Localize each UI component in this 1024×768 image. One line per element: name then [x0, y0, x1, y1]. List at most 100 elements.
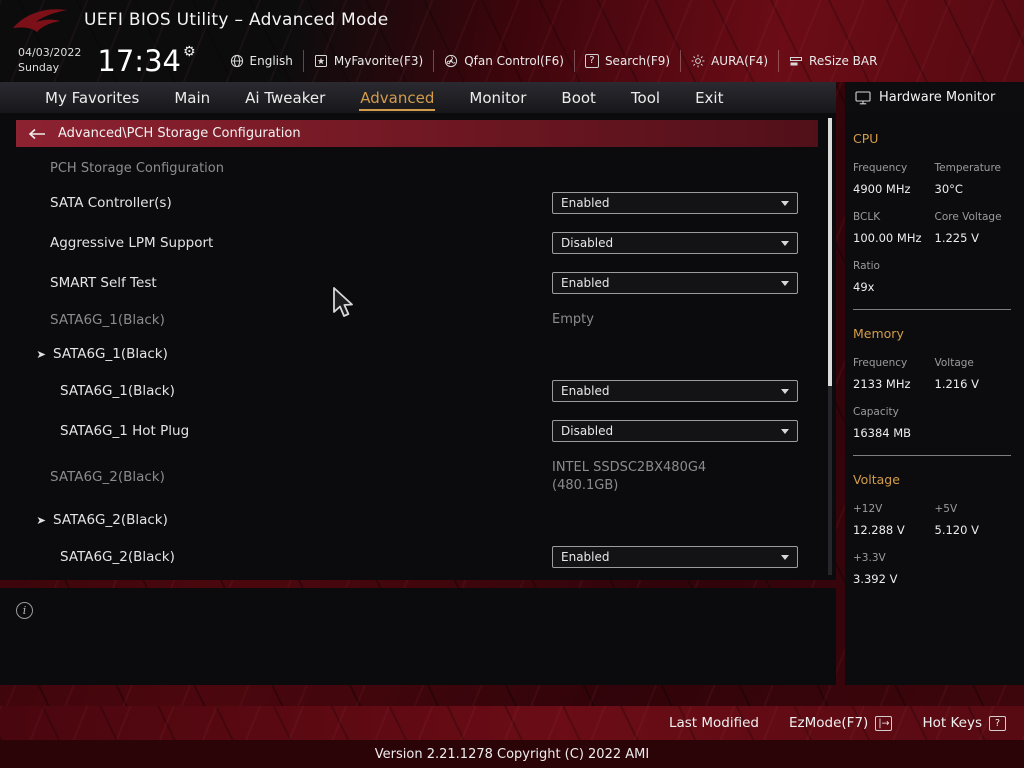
tab-monitor[interactable]: Monitor: [468, 85, 527, 111]
sata6g1-enable-dropdown[interactable]: Enabled: [552, 380, 798, 402]
sata6g1-status-value: Empty: [552, 311, 594, 327]
rog-logo: [13, 9, 67, 32]
resize-bar-label: ReSize BAR: [809, 54, 878, 68]
tab-exit[interactable]: Exit: [694, 85, 724, 111]
hot-keys-button[interactable]: Hot Keys ?: [922, 715, 1006, 731]
cpu-core-voltage: Core Voltage 1.225 V: [934, 211, 1002, 245]
myfavorite-label: MyFavorite(F3): [333, 54, 424, 68]
bottom-bar: Last Modified EzMode(F7) |→ Hot Keys ?: [0, 706, 1024, 740]
help-info-panel: i: [0, 588, 836, 685]
sata6g2-status-value: INTEL SSDSC2BX480G4 (480.1GB): [552, 459, 707, 493]
brand-row: UEFI BIOS Utility – Advanced Mode: [0, 0, 1024, 40]
tab-my-favorites[interactable]: My Favorites: [44, 85, 140, 111]
qfan-label: Qfan Control(F6): [464, 54, 564, 68]
qfan-icon: [445, 54, 458, 68]
memory-frequency: Frequency 2133 MHz: [853, 357, 911, 391]
chevron-down-icon: [781, 388, 789, 394]
myfavorite-icon: [314, 55, 327, 67]
time-label: 17:34: [97, 44, 181, 78]
cpu-temperature: Temperature 30°C: [934, 162, 1002, 196]
status-row: 04/03/2022 Sunday 17:34 ⚙ English MyFavo…: [0, 40, 1024, 82]
version-bar: Version 2.21.1278 Copyright (C) 2022 AMI: [0, 740, 1024, 768]
voltage-3v3: +3.3V 3.392 V: [853, 552, 898, 586]
tab-tool[interactable]: Tool: [630, 85, 661, 111]
version-text: Version 2.21.1278 Copyright (C) 2022 AMI: [374, 746, 650, 762]
voltage-12v: +12V 12.288 V: [853, 503, 905, 537]
day-label: Sunday: [18, 61, 60, 74]
date-label: 04/03/2022: [18, 46, 82, 60]
tab-main[interactable]: Main: [173, 85, 211, 111]
hwm-voltage-title: Voltage: [853, 472, 900, 487]
expand-arrow-icon: [36, 515, 47, 526]
language-button[interactable]: English: [220, 50, 303, 72]
tab-ai-tweaker[interactable]: Ai Tweaker: [244, 85, 326, 111]
scrollbar-thumb[interactable]: [828, 118, 832, 386]
main-menu: My Favorites Main Ai Tweaker Advanced Mo…: [0, 82, 836, 113]
search-label: Search(F9): [604, 54, 671, 68]
chevron-down-icon: [781, 280, 789, 286]
aggressive-lpm-row: Aggressive LPM Support Disabled: [0, 223, 822, 263]
bios-root: UEFI BIOS Utility – Advanced Mode 04/03/…: [0, 0, 1024, 768]
setting-label: SATA6G_2(Black): [50, 469, 165, 485]
sata6g1-hotplug-row: SATA6G_1 Hot Plug Disabled: [0, 411, 822, 451]
hardware-monitor-panel: CPU Frequency 4900 MHz Temperature 30°C …: [845, 113, 1024, 685]
setting-label: SATA6G_2(Black): [53, 512, 168, 528]
search-button[interactable]: ? Search(F9): [573, 50, 680, 72]
memory-voltage: Voltage 1.216 V: [934, 357, 979, 391]
sata6g1-expand-row[interactable]: SATA6G_1(Black): [0, 337, 822, 371]
hwm-cpu-title: CPU: [853, 131, 879, 146]
myfavorite-button[interactable]: MyFavorite(F3): [302, 50, 433, 72]
sata6g1-status-row: SATA6G_1(Black) Empty: [0, 303, 822, 337]
toolbar: English MyFavorite(F3) Qfan Control(F6) …: [220, 50, 888, 72]
sata6g2-enable-dropdown[interactable]: Enabled: [552, 546, 798, 568]
cpu-frequency: Frequency 4900 MHz: [853, 162, 911, 196]
setting-label: SMART Self Test: [50, 275, 157, 291]
sata-controllers-dropdown[interactable]: Enabled: [552, 192, 798, 214]
sata6g1-enable-row: SATA6G_1(Black) Enabled: [0, 371, 822, 411]
tab-advanced[interactable]: Advanced: [359, 85, 436, 111]
search-icon: ?: [584, 54, 599, 68]
sata6g2-enable-row: SATA6G_2(Black) Enabled: [0, 537, 822, 577]
aura-icon: [691, 54, 705, 68]
hardware-monitor-header: Hardware Monitor: [845, 82, 1024, 113]
setting-label: SATA Controller(s): [50, 195, 172, 211]
setting-label: SATA6G_1(Black): [53, 346, 168, 362]
language-label: English: [249, 54, 293, 68]
hwm-memory-title: Memory: [853, 326, 904, 341]
setting-label: SATA6G_1(Black): [50, 312, 165, 328]
breadcrumb: Advanced\PCH Storage Configuration: [16, 120, 818, 147]
cpu-ratio: Ratio 49x: [853, 260, 880, 294]
cpu-bclk: BCLK 100.00 MHz: [853, 211, 922, 245]
chevron-down-icon: [781, 554, 789, 560]
qfan-control-button[interactable]: Qfan Control(F6): [433, 50, 574, 72]
last-modified-button[interactable]: Last Modified: [669, 715, 759, 731]
expand-arrow-icon: [36, 349, 47, 360]
divider: [853, 309, 1011, 310]
ezmode-button[interactable]: EzMode(F7) |→: [789, 715, 893, 731]
smart-self-test-row: SMART Self Test Enabled: [0, 263, 822, 303]
resize-bar-icon: [790, 57, 803, 66]
resize-bar-button[interactable]: ReSize BAR: [778, 50, 887, 72]
question-mark-icon: ?: [989, 715, 1006, 731]
aura-button[interactable]: AURA(F4): [680, 50, 778, 72]
breadcrumb-label: Advanced\PCH Storage Configuration: [58, 126, 301, 141]
sata6g1-hotplug-dropdown[interactable]: Disabled: [552, 420, 798, 442]
sata-controllers-row: SATA Controller(s) Enabled: [0, 183, 822, 223]
smart-self-test-dropdown[interactable]: Enabled: [552, 272, 798, 294]
section-title: PCH Storage Configuration: [50, 160, 224, 176]
window-title: UEFI BIOS Utility – Advanced Mode: [84, 10, 389, 30]
back-arrow-icon[interactable]: [28, 128, 46, 140]
clock-settings-gear-icon[interactable]: ⚙: [183, 44, 196, 60]
tab-boot[interactable]: Boot: [560, 85, 597, 111]
divider: [853, 455, 1011, 456]
sata6g2-expand-row[interactable]: SATA6G_2(Black): [0, 503, 822, 537]
settings-rows: PCH Storage Configuration SATA Controlle…: [0, 153, 822, 577]
setting-label: Aggressive LPM Support: [50, 235, 214, 251]
date-block: 04/03/2022 Sunday: [18, 46, 81, 76]
hwm-memory-section: Memory Frequency 2133 MHz Voltage 1.216 …: [853, 326, 1016, 456]
aggressive-lpm-dropdown[interactable]: Disabled: [552, 232, 798, 254]
hardware-monitor-title: Hardware Monitor: [879, 90, 996, 105]
chevron-down-icon: [781, 240, 789, 246]
setting-label: SATA6G_2(Black): [60, 549, 175, 565]
setting-label: SATA6G_1 Hot Plug: [60, 423, 190, 439]
